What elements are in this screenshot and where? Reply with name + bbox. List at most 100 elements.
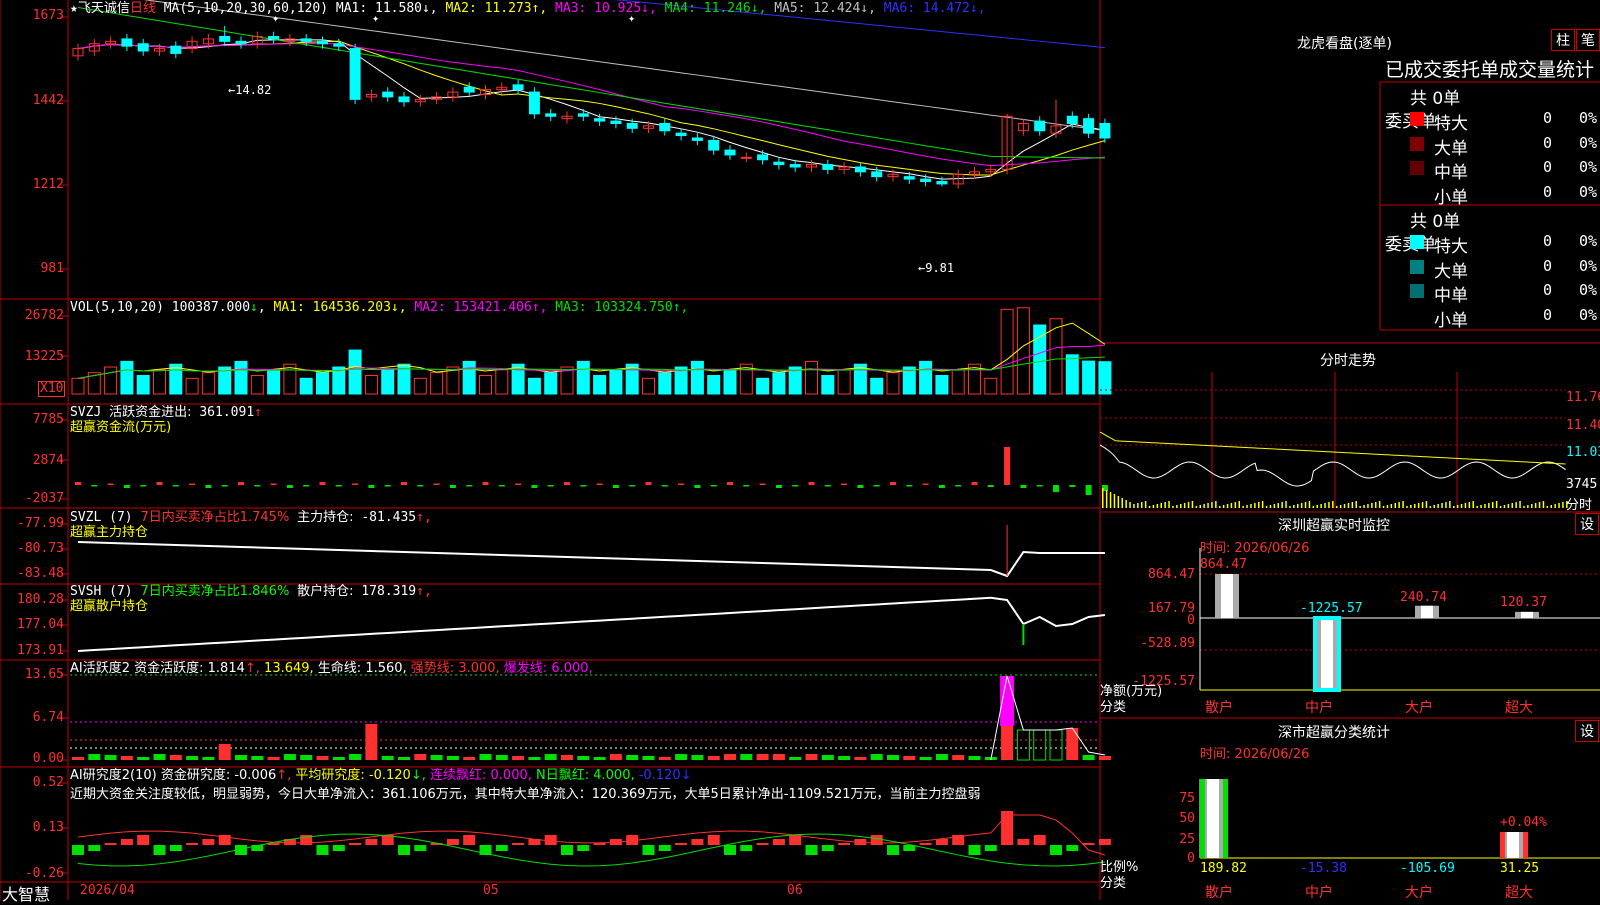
vol-ma2-line	[77, 344, 1105, 379]
month-jun-label: 06	[787, 883, 803, 898]
sz-settings-button[interactable]: 设	[1575, 513, 1599, 535]
fund-flow-bar	[955, 485, 962, 487]
fs-volume-bar	[1328, 502, 1330, 508]
value-item-1: ↑,	[244, 661, 265, 676]
sc-settings-button[interactable]: 设	[1575, 720, 1599, 742]
research-bar	[495, 845, 508, 851]
fs-volume-bar	[1316, 505, 1318, 508]
chart-stage: ✦ ✦ ✦ ★飞天诚信日线 MA(5,10,20,30,60,120) MA1: 1…	[0, 0, 1600, 904]
fs-volume-bar	[1242, 506, 1244, 508]
volume-bar	[821, 374, 835, 395]
svzj-y-0: 7785	[32, 412, 64, 427]
fund-flow-bar	[580, 485, 587, 487]
value-item-6: -0.120↓	[634, 768, 692, 783]
activity-bar	[919, 757, 932, 760]
research-bar	[1098, 839, 1111, 845]
sc-bar-edge	[1500, 832, 1505, 858]
chart-canvas[interactable]: ✦ ✦ ✦	[0, 0, 1600, 900]
research-bar	[186, 843, 199, 845]
candle	[594, 118, 606, 122]
fund-flow-bar	[629, 485, 636, 487]
sc-bar-edge	[1523, 832, 1528, 858]
research-bar	[821, 845, 834, 851]
timeshare-title[interactable]: 分时走势	[1320, 350, 1376, 370]
fs-volume-bar	[1215, 501, 1217, 508]
volume-bar	[364, 374, 378, 395]
ai1-header: AI活跃度2 资金活跃度: 1.814↑, 13.649, 生命线: 1.560…	[70, 661, 593, 676]
fs-volume-bar	[1254, 503, 1256, 508]
stock-name[interactable]: 飞天诚信	[78, 1, 130, 16]
fs-price-line	[1099, 444, 1566, 487]
svzj-y-2: -2037	[24, 491, 64, 506]
activity-bar	[675, 754, 688, 760]
svzj-subtitle: 超赢资金流(万元)	[70, 420, 172, 435]
vol-unit[interactable]: X10	[38, 381, 66, 397]
fs-volume-bar	[1289, 506, 1291, 508]
stats-tabs[interactable]: 已成交委托单成交量统计	[1385, 55, 1599, 82]
fund-flow-bar	[661, 485, 668, 487]
activity-bar	[153, 754, 166, 760]
fund-flow-bar	[352, 483, 359, 485]
fs-volume-bar	[1183, 503, 1186, 508]
fund-flow-bar	[841, 483, 848, 485]
activity-bar	[512, 756, 525, 760]
research-bar	[72, 845, 84, 855]
fund-flow-bar	[1020, 485, 1027, 488]
buy-side-label: 委买单	[1385, 112, 1436, 133]
vol-value: 100387.000	[171, 300, 251, 315]
research-bar	[984, 845, 997, 851]
fs-volume-bar	[1367, 504, 1369, 508]
fund-flow-bar	[775, 485, 782, 488]
fs-volume-bar	[1441, 503, 1443, 508]
fs-volume-bar	[1180, 504, 1182, 508]
svzj-label: 活跃资金进出:	[109, 405, 192, 420]
volume-bar	[593, 374, 607, 395]
ai1-values: 资金活跃度: 1.814↑, 13.649, 生命线: 1.560, 强势线: …	[134, 661, 593, 676]
bar-mode-button[interactable]: 柱	[1551, 29, 1575, 51]
fs-volume-bar	[1304, 502, 1307, 508]
sz-bar-highlight	[1521, 611, 1533, 618]
volume-bar	[707, 374, 721, 395]
volume-bar	[234, 360, 248, 395]
research-bar	[1050, 845, 1062, 855]
activity-bar	[381, 756, 394, 760]
buy-row-pct-2: 0%	[1579, 158, 1598, 176]
value-item-1: MA2: 11.273↑,	[445, 1, 556, 16]
research-bar	[316, 845, 329, 855]
research-bar	[968, 845, 981, 855]
fs-volume-bar	[1523, 506, 1525, 508]
fs-y-2: 11.03	[1566, 445, 1600, 460]
svzl-title: SVZL (7)	[70, 510, 133, 525]
fs-volume-bar	[1226, 504, 1229, 508]
candle	[121, 38, 133, 47]
brand-logo[interactable]: 大智慧	[2, 881, 50, 905]
fs-volume-bar	[1414, 504, 1416, 508]
fs-volume-bar	[1199, 505, 1201, 508]
research-bar	[153, 845, 166, 855]
candle	[1083, 118, 1095, 134]
value-item-3: 生命线: 1.560,	[313, 661, 407, 676]
period-label[interactable]: 日线	[130, 1, 156, 16]
fund-flow-bar	[694, 485, 701, 488]
research-bar	[1066, 845, 1079, 851]
buy-swatch-2	[1410, 161, 1424, 175]
fs-vol-label: 3745	[1566, 477, 1598, 492]
candle	[740, 156, 752, 159]
kline-header: ★飞天诚信日线 MA(5,10,20,30,60,120) MA1: 11.58…	[70, 1, 986, 16]
activity-bar	[202, 757, 215, 760]
low-price-mark: ←9.81	[918, 261, 955, 275]
sell-row-val-0: 0	[1543, 232, 1553, 250]
fs-volume-bar	[1324, 503, 1326, 508]
research-bar	[512, 843, 525, 845]
svsh-y-1: 177.04	[17, 617, 64, 632]
buy-row-val-0: 0	[1543, 109, 1553, 127]
sc-y-0: 75	[1179, 791, 1195, 806]
sz-bar-highlight	[1421, 605, 1433, 618]
candle	[675, 132, 687, 137]
pen-mode-button[interactable]: 笔	[1576, 29, 1600, 51]
favorite-star-icon[interactable]: ★	[70, 1, 78, 16]
research-bar	[88, 845, 101, 851]
kline-y-0: 1673	[32, 8, 64, 23]
value-item-2: MA3: 103324.750↑,	[555, 300, 689, 315]
research-bar	[658, 845, 671, 851]
